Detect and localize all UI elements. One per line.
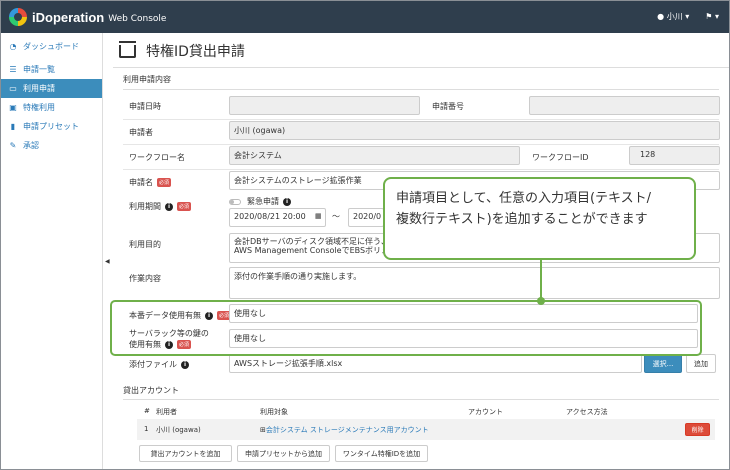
workflow-name-field: 会計システム	[229, 146, 520, 165]
divider	[123, 399, 719, 400]
section-usage-heading: 利用申請内容	[123, 75, 171, 84]
callout-connector	[540, 260, 542, 300]
dashboard-icon: ◔	[9, 42, 17, 51]
request-name-label-text: 申請名	[129, 178, 153, 187]
logo-subtitle: Web Console	[108, 13, 167, 24]
attach-label-text: 添付ファイル	[129, 360, 177, 369]
sidebar-item-label: 申請プリセット	[23, 122, 79, 131]
sidebar-collapse-icon[interactable]: ◀	[105, 258, 110, 265]
required-badge: 必須	[157, 178, 172, 187]
sidebar-item-usage-request[interactable]: ▭ 利用申請	[1, 79, 102, 98]
attach-label: 添付ファイル i	[129, 359, 189, 370]
user-name: 小川	[666, 12, 683, 21]
row-target[interactable]: ⊞会計システム ストレージメンテナンス用アカウント	[260, 425, 429, 435]
list-icon: ☰	[9, 65, 17, 74]
table-header-target: 利用対象	[260, 408, 288, 416]
table-header-account: アカウント	[468, 408, 503, 416]
applicant-field: 小川 (ogawa)	[229, 121, 720, 140]
work-textarea[interactable]: 添付の作業手順の通り実施します。	[229, 267, 720, 299]
request-no-label: 申請番号	[432, 102, 464, 111]
info-icon[interactable]: i	[181, 360, 189, 369]
monitor-icon: ▣	[9, 103, 17, 112]
page-title-text: 特権ID貸出申請	[146, 44, 245, 60]
delete-row-button[interactable]: 削除	[685, 423, 710, 436]
user-icon: ●	[657, 12, 665, 21]
table-header-access: アクセス方法	[566, 408, 608, 416]
request-no-field	[529, 96, 720, 115]
callout-box: 申請項目として、任意の入力項目(テキスト/ 複数行テキスト)を追加することができ…	[383, 177, 696, 260]
sidebar-item-request-list[interactable]: ☰ 申請一覧	[1, 60, 102, 79]
top-navbar: iDoperation Web Console ● 小川 ▾ ⚑ ▾	[1, 1, 729, 33]
row-number: 1	[144, 425, 149, 433]
select-file-button[interactable]: 選択...	[644, 354, 682, 373]
attach-file-field[interactable]: AWSストレージ拡張手順.xlsx	[229, 354, 642, 373]
period-start-input[interactable]: 2020/08/21 20:00	[229, 208, 326, 227]
bell-icon: ⚑	[705, 12, 713, 21]
workflow-id-label: ワークフローID	[532, 153, 589, 162]
period-label-text: 利用期間	[129, 202, 161, 211]
table-row: 1 小川 (ogawa) ⊞会計システム ストレージメンテナンス用アカウント 削…	[137, 419, 715, 440]
user-menu[interactable]: ● 小川 ▾	[657, 11, 689, 22]
sidebar-item-label: 利用申請	[23, 84, 55, 93]
logo-text: iDoperation	[32, 9, 105, 25]
edit-icon: ✎	[9, 141, 17, 150]
divider	[113, 67, 729, 68]
row-target-link[interactable]: 会計システム ストレージメンテナンス用アカウント	[266, 426, 429, 434]
add-from-preset-button[interactable]: 申請プリセットから追加	[237, 445, 330, 462]
logo-mark-icon	[9, 8, 27, 26]
sidebar-item-label: ダッシュボード	[23, 42, 79, 51]
sidebar-item-label: 申請一覧	[23, 65, 55, 74]
request-date-label: 申請日時	[129, 102, 161, 111]
toggle-switch[interactable]	[229, 198, 241, 205]
add-file-button[interactable]: 追加	[686, 354, 716, 373]
add-account-button[interactable]: 貸出アカウントを追加	[139, 445, 232, 462]
period-label: 利用期間 i 必須	[129, 201, 192, 212]
sidebar-item-label: 特権利用	[23, 103, 55, 112]
applicant-label: 申請者	[129, 128, 153, 137]
table-header-user: 利用者	[156, 408, 177, 416]
notification-menu[interactable]: ⚑ ▾	[705, 12, 719, 21]
add-onetime-id-button[interactable]: ワンタイム特権IDを追加	[335, 445, 428, 462]
period-separator: ～	[332, 212, 340, 221]
urgent-toggle[interactable]: 緊急申請 i	[229, 196, 291, 207]
info-icon[interactable]: i	[283, 197, 291, 206]
period-end-input[interactable]: 2020/0	[348, 208, 384, 227]
section-accounts-heading: 貸出アカウント	[123, 386, 179, 395]
row-user: 小川 (ogawa)	[156, 426, 201, 434]
sidebar-item-approval[interactable]: ✎ 承認	[1, 136, 102, 155]
sidebar-item-label: 承認	[23, 141, 39, 150]
calendar-icon[interactable]: ▦	[315, 212, 322, 220]
purpose-label: 利用目的	[129, 240, 161, 249]
callout-line: 複数行テキスト)を追加することができます	[396, 212, 648, 227]
workflow-name-label: ワークフロー名	[129, 153, 185, 162]
row-divider	[123, 119, 719, 120]
page-title: 特権ID貸出申請	[119, 40, 245, 61]
inbox-icon: ▭	[9, 84, 17, 93]
bookmark-icon: ▮	[10, 122, 16, 131]
info-icon[interactable]: i	[165, 202, 173, 211]
callout-dot	[537, 297, 545, 305]
app-logo[interactable]: iDoperation Web Console	[9, 8, 166, 26]
sidebar-item-privilege-use[interactable]: ▣ 特権利用	[1, 98, 102, 117]
work-label: 作業内容	[129, 274, 161, 283]
table-header-no: #	[144, 407, 150, 415]
divider	[123, 89, 719, 90]
row-divider	[123, 169, 719, 170]
row-divider	[123, 144, 719, 145]
required-badge: 必須	[177, 202, 192, 211]
sidebar-item-dashboard[interactable]: ◔ ダッシュボード	[1, 37, 102, 56]
workflow-id-field: 128	[629, 146, 720, 165]
highlight-box	[110, 300, 702, 356]
callout-line: 申請項目として、任意の入力項目(テキスト/	[396, 191, 652, 206]
sidebar: ◔ ダッシュボード ☰ 申請一覧 ▭ 利用申請 ▣ 特権利用 ▮ 申請プリセット ✎ 承認	[1, 33, 103, 469]
urgent-label: 緊急申請	[247, 197, 279, 206]
request-date-field	[229, 96, 420, 115]
inbox-icon	[119, 40, 136, 58]
sidebar-item-request-preset[interactable]: ▮ 申請プリセット	[1, 117, 102, 136]
request-name-label: 申請名 必須	[129, 177, 172, 188]
